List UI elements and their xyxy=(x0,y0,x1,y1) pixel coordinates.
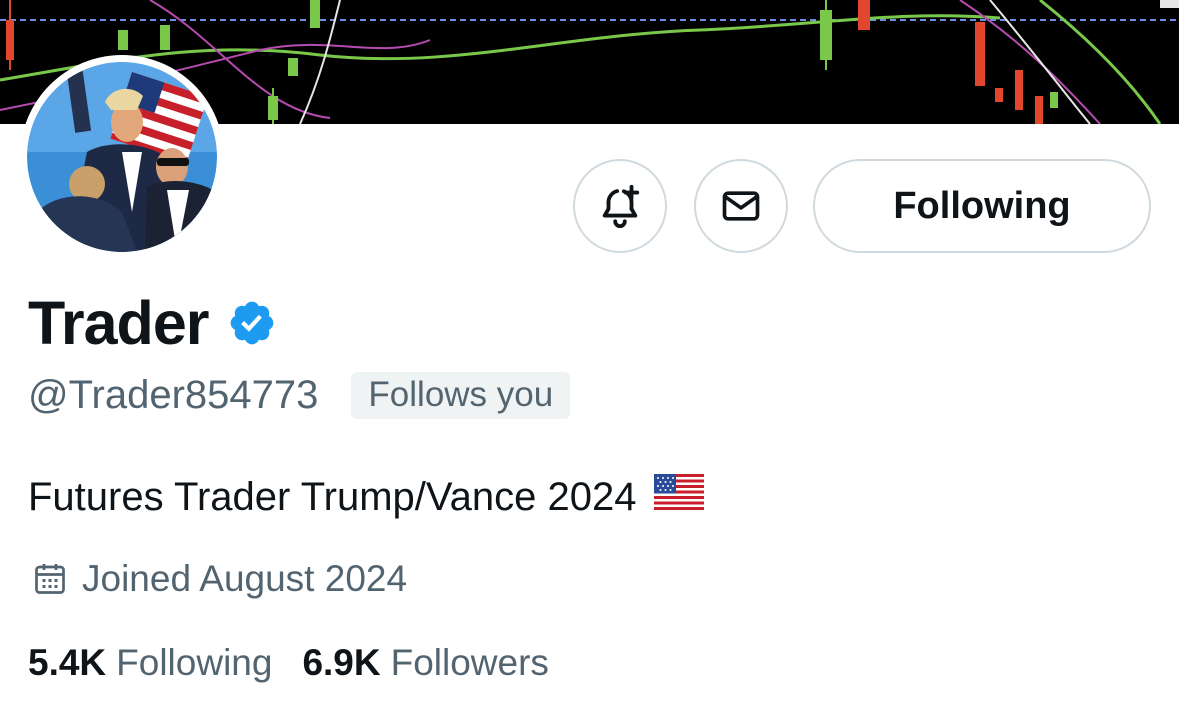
bio-text: Futures Trader Trump/Vance 2024 xyxy=(28,474,637,519)
envelope-icon xyxy=(722,191,760,221)
verified-badge-icon[interactable] xyxy=(227,298,277,353)
follows-you-badge: Follows you xyxy=(351,372,571,419)
avatar-photo xyxy=(27,62,217,252)
name-row: Trader xyxy=(28,288,277,358)
us-flag-emoji xyxy=(654,474,705,520)
avatar[interactable] xyxy=(20,55,224,259)
followers-stat-link[interactable]: 6.9K Followers xyxy=(302,642,548,684)
joined-date: Joined August 2024 xyxy=(82,558,408,599)
following-button[interactable]: Following xyxy=(813,159,1151,253)
follow-stats: 5.4K Following 6.9K Followers xyxy=(28,642,549,684)
calendar-icon xyxy=(35,564,65,594)
following-stat-link[interactable]: 5.4K Following xyxy=(28,642,272,684)
bell-plus-icon xyxy=(602,184,640,228)
notifications-button[interactable] xyxy=(573,159,667,253)
message-button[interactable] xyxy=(694,159,788,253)
display-name: Trader xyxy=(28,289,209,357)
bio: Futures Trader Trump/Vance 2024 xyxy=(28,474,705,520)
following-count: 5.4K xyxy=(28,642,107,683)
followers-stat-label: Followers xyxy=(390,642,549,683)
following-stat-label: Following xyxy=(116,642,273,683)
user-handle: @Trader854773 xyxy=(28,373,319,417)
handle-row: @Trader854773 Follows you xyxy=(28,372,571,419)
joined-row: Joined August 2024 xyxy=(32,558,407,600)
followers-count: 6.9K xyxy=(302,642,381,683)
